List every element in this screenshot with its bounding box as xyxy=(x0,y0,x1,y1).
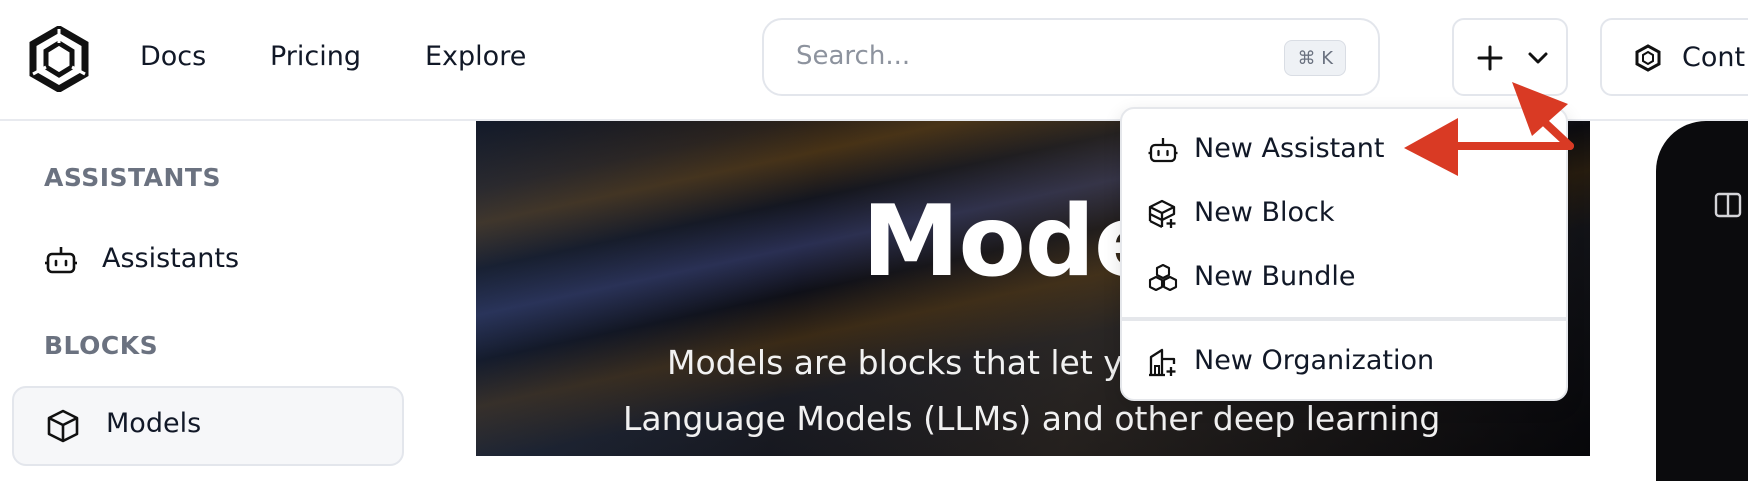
nav-link-docs[interactable]: Docs xyxy=(140,40,206,74)
robot-icon xyxy=(1148,138,1178,163)
robot-icon xyxy=(45,247,77,274)
menu-divider xyxy=(1122,317,1566,321)
hero-subtitle-line1: Models are blocks that let y xyxy=(667,343,1123,382)
menu-item-label: New Block xyxy=(1194,197,1335,228)
menu-item-label: New Bundle xyxy=(1194,261,1356,292)
menu-item-new-organization[interactable]: New Organization xyxy=(1122,331,1566,393)
top-navigation-bar: Docs Pricing Explore Search... ⌘ K Cont xyxy=(0,0,1748,121)
sidebar-section-blocks: BLOCKS xyxy=(44,331,159,360)
device-preview xyxy=(1656,121,1748,481)
package-plus-icon xyxy=(1148,199,1176,229)
plus-icon xyxy=(1477,45,1503,71)
menu-item-new-bundle[interactable]: New Bundle xyxy=(1122,247,1566,309)
cube-icon xyxy=(47,409,79,443)
search-placeholder: Search... xyxy=(796,41,911,71)
nav-link-pricing[interactable]: Pricing xyxy=(270,40,361,74)
menu-item-new-assistant[interactable]: New Assistant xyxy=(1122,119,1566,181)
sidebar-section-assistants: ASSISTANTS xyxy=(44,163,221,192)
continue-button-label: Cont xyxy=(1682,42,1746,73)
search-input[interactable]: Search... ⌘ K xyxy=(762,18,1380,96)
create-dropdown-menu: New Assistant New Block New Bundle New O… xyxy=(1120,107,1568,401)
search-shortcut-badge: ⌘ K xyxy=(1284,40,1346,76)
sidebar: ASSISTANTS Assistants BLOCKS Models xyxy=(0,121,470,466)
chevron-down-icon xyxy=(1528,52,1548,64)
hero-subtitle-line2: Language Models (LLMs) and other deep le… xyxy=(623,399,1441,438)
menu-item-label: New Assistant xyxy=(1194,133,1385,164)
sidebar-item-label: Models xyxy=(106,408,202,439)
hero-title: Mode xyxy=(862,185,1160,299)
sidebar-item-assistants[interactable]: Assistants xyxy=(42,235,342,285)
menu-item-new-block[interactable]: New Block xyxy=(1122,183,1566,245)
sidebar-item-models[interactable]: Models xyxy=(12,386,404,466)
continue-logo-small-icon xyxy=(1635,44,1661,72)
sidebar-toggle-icon[interactable] xyxy=(1714,191,1742,219)
create-new-button[interactable] xyxy=(1452,18,1568,96)
continue-logo-icon[interactable] xyxy=(26,26,92,92)
boxes-icon xyxy=(1148,263,1178,292)
sidebar-item-label: Assistants xyxy=(102,243,240,274)
nav-link-explore[interactable]: Explore xyxy=(425,40,526,74)
continue-button[interactable]: Cont xyxy=(1600,18,1748,96)
menu-item-label: New Organization xyxy=(1194,345,1435,376)
building-plus-icon xyxy=(1149,348,1176,377)
